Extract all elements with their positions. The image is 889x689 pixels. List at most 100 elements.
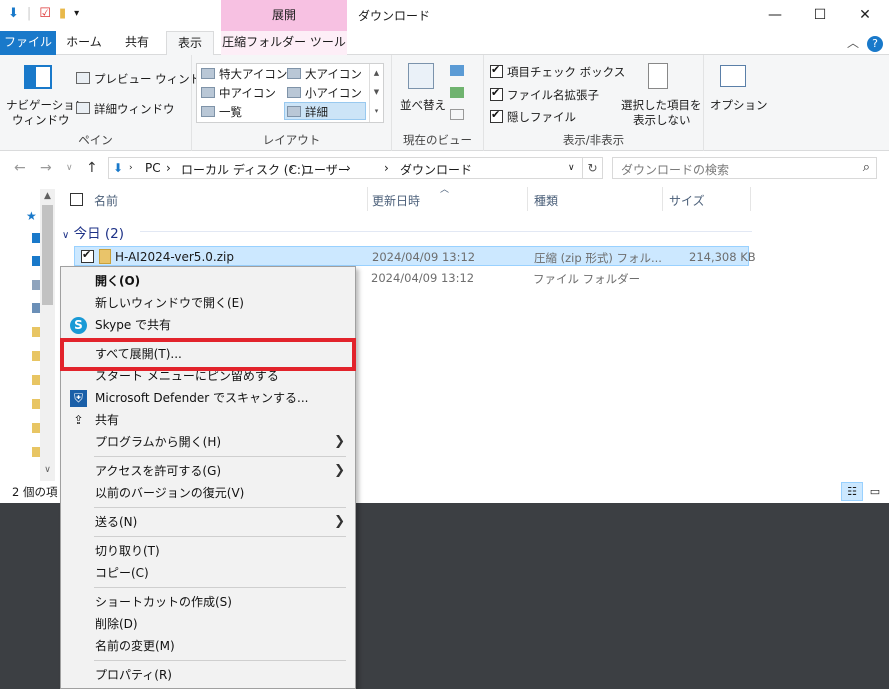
minimize-button[interactable]: —	[752, 0, 798, 31]
search-icon[interactable]: ⌕	[863, 160, 870, 175]
details-view-icon[interactable]: ☷	[841, 482, 863, 501]
chevron-right-icon[interactable]: ›	[129, 163, 133, 173]
group-by-icon[interactable]	[450, 65, 464, 76]
nav-pane-label-1[interactable]: ナビゲーション	[6, 97, 86, 113]
chevron-right-icon[interactable]: ›	[384, 161, 389, 175]
close-button[interactable]: ✕	[842, 0, 888, 31]
tab-file[interactable]: ファイル	[0, 31, 56, 55]
row-checkbox[interactable]	[81, 248, 94, 263]
hide-selected-label-1[interactable]: 選択した項目を	[621, 97, 702, 113]
address-dropdown-icon[interactable]: ∨	[568, 163, 575, 173]
item-checkbox-toggle[interactable]: 項目チェック ボックス	[490, 63, 625, 80]
checkbox-checked[interactable]	[490, 86, 503, 101]
layout-list[interactable]: 一覧	[199, 103, 242, 121]
menu-item-copy[interactable]: コピー(C)	[62, 562, 355, 584]
back-icon[interactable]: ←	[14, 160, 26, 176]
nav-pane-icon[interactable]	[24, 65, 52, 89]
menu-item-skype-share[interactable]: S Skype で共有	[62, 314, 355, 336]
customize-qat-icon[interactable]: ▾	[74, 6, 79, 22]
options-button[interactable]: オプション	[710, 97, 768, 113]
hide-selected-label-2[interactable]: 表示しない	[633, 112, 691, 128]
column-divider[interactable]	[750, 187, 751, 211]
column-divider[interactable]	[367, 187, 368, 211]
layout-small[interactable]: 小アイコン	[285, 84, 362, 102]
menu-item-delete[interactable]: 削除(D)	[62, 613, 355, 635]
tab-compressed-tools[interactable]: 圧縮フォルダー ツール	[221, 31, 347, 55]
file-ext-toggle[interactable]: ファイル名拡張子	[490, 86, 599, 103]
menu-item-create-shortcut[interactable]: ショートカットの作成(S)	[62, 591, 355, 613]
column-modified[interactable]: 更新日時	[372, 192, 420, 209]
recent-locations-icon[interactable]: ∨	[66, 163, 73, 173]
menu-item-cut[interactable]: 切り取り(T)	[62, 540, 355, 562]
hide-selected-icon[interactable]	[648, 63, 668, 89]
refresh-icon[interactable]: ↻	[583, 157, 603, 179]
breadcrumb-pc[interactable]: PC	[145, 161, 161, 175]
folder-icon[interactable]	[32, 423, 40, 433]
folder-icon[interactable]	[32, 399, 40, 409]
column-type[interactable]: 種類	[534, 192, 558, 209]
address-bar[interactable]: ⬇ › PC › ローカル ディスク (C:) › ユーザー › › ダウンロー…	[108, 157, 583, 179]
file-row[interactable]: H-AI2024-ver5.0.zip 2024/04/09 13:12 圧縮 …	[74, 246, 756, 266]
hidden-items-toggle[interactable]: 隠しファイル	[490, 108, 576, 125]
up-icon[interactable]: ↑	[86, 160, 98, 176]
menu-item-share[interactable]: ⇪ 共有	[62, 409, 355, 431]
chevron-right-icon[interactable]: ›	[289, 161, 294, 175]
search-input[interactable]: ダウンロードの検索 ⌕	[612, 157, 877, 179]
select-all-checkbox[interactable]	[70, 193, 83, 206]
column-divider[interactable]	[662, 187, 663, 211]
ribbon-collapse-icon[interactable]: ︿	[847, 34, 859, 51]
tab-share[interactable]: 共有	[114, 31, 160, 55]
menu-item-open-new-window[interactable]: 新しいウィンドウで開く(E)	[62, 292, 355, 314]
folder-icon[interactable]	[32, 327, 40, 337]
details-pane-button[interactable]: 詳細ウィンドウ	[94, 101, 175, 117]
scroll-thumb[interactable]	[42, 205, 53, 305]
chevron-right-icon[interactable]: ›	[346, 161, 351, 175]
menu-item-open[interactable]: 開く(O)	[62, 270, 355, 292]
column-name[interactable]: 名前	[94, 192, 118, 209]
pictures-icon[interactable]	[32, 303, 40, 313]
layout-large[interactable]: 大アイコン	[285, 65, 362, 83]
checkbox-checked[interactable]	[490, 108, 503, 123]
scroll-down-icon[interactable]: ∨	[40, 463, 55, 478]
menu-item-defender-scan[interactable]: ⛨ Microsoft Defender でスキャンする...	[62, 387, 355, 409]
folder-icon[interactable]	[32, 375, 40, 385]
add-columns-icon[interactable]	[450, 87, 464, 98]
breadcrumb-local-disk[interactable]: ローカル ディスク (C:)	[181, 161, 306, 178]
file-name[interactable]: H-AI2024-ver5.0.zip	[115, 250, 234, 264]
properties-icon[interactable]: ☑	[39, 6, 51, 22]
folder-icon[interactable]: ▮	[59, 6, 66, 22]
sort-icon[interactable]	[408, 63, 434, 89]
menu-item-open-with[interactable]: プログラムから開く(H) ❯	[62, 431, 355, 453]
column-size[interactable]: サイズ	[669, 192, 705, 209]
breadcrumb-downloads[interactable]: ダウンロード	[400, 161, 472, 178]
sort-button[interactable]: 並べ替え	[400, 97, 446, 113]
tab-home[interactable]: ホーム	[60, 31, 108, 55]
group-header-today[interactable]: ∨ 今日 (2)	[62, 222, 124, 242]
desktop-icon[interactable]	[32, 233, 40, 243]
checkbox-checked[interactable]	[490, 63, 503, 78]
documents-icon[interactable]	[32, 280, 40, 290]
forward-icon[interactable]: →	[40, 160, 52, 176]
help-icon[interactable]: ?	[867, 36, 883, 52]
layout-details[interactable]: 詳細	[284, 102, 366, 120]
size-columns-icon[interactable]	[450, 109, 464, 120]
scroll-up-icon[interactable]: ▲	[40, 189, 55, 204]
menu-item-restore-versions[interactable]: 以前のバージョンの復元(V)	[62, 482, 355, 504]
column-divider[interactable]	[527, 187, 528, 211]
menu-item-send-to[interactable]: 送る(N) ❯	[62, 511, 355, 533]
breadcrumb-users[interactable]: ユーザー	[302, 161, 350, 178]
downloads-icon[interactable]	[32, 256, 40, 266]
layout-medium[interactable]: 中アイコン	[199, 84, 276, 102]
menu-item-rename[interactable]: 名前の変更(M)	[62, 635, 355, 657]
layout-extra-large[interactable]: 特大アイコン	[199, 65, 287, 83]
nav-scrollbar[interactable]: ▲ ∨	[40, 189, 55, 481]
menu-item-give-access[interactable]: アクセスを許可する(G) ❯	[62, 460, 355, 482]
chevron-right-icon[interactable]: ›	[166, 161, 171, 175]
tab-view[interactable]: 表示	[166, 31, 214, 56]
large-icons-view-icon[interactable]: ▭	[864, 482, 886, 501]
maximize-button[interactable]: ☐	[797, 0, 843, 31]
folder-icon[interactable]	[32, 351, 40, 361]
menu-item-properties[interactable]: プロパティ(R)	[62, 664, 355, 686]
down-arrow-icon[interactable]: ⬇	[8, 6, 19, 22]
quick-access-star-icon[interactable]: ★	[26, 209, 37, 223]
